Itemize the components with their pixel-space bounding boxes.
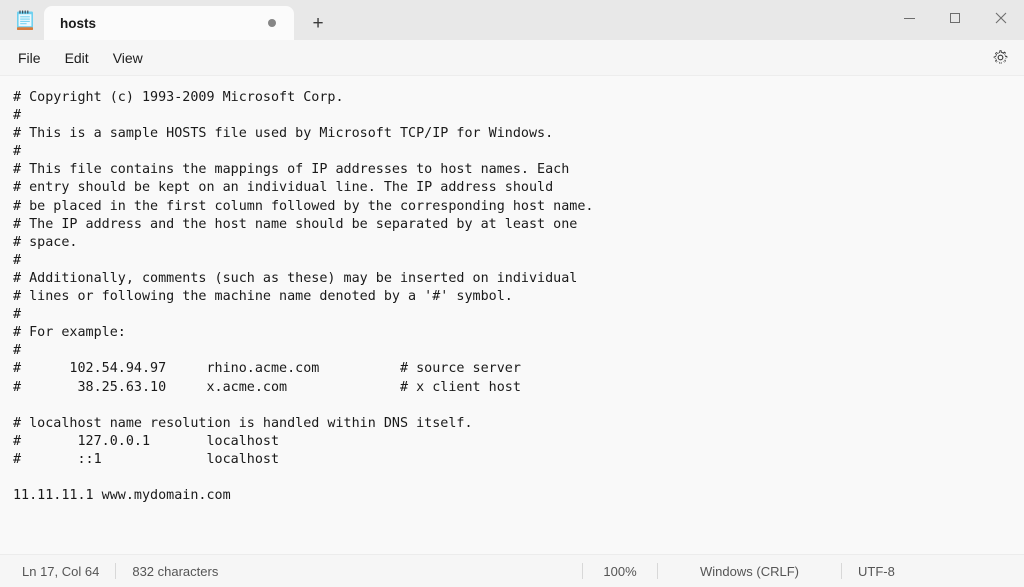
editor-content[interactable]: # Copyright (c) 1993-2009 Microsoft Corp…	[0, 89, 1024, 505]
menu-item-view[interactable]: View	[101, 46, 155, 70]
menu-item-edit[interactable]: Edit	[53, 46, 101, 70]
tab-label: hosts	[60, 16, 268, 31]
tab-strip: hosts +	[0, 0, 338, 40]
menu-bar: File Edit View	[0, 40, 1024, 76]
zoom-level[interactable]: 100%	[583, 564, 657, 579]
title-bar: hosts +	[0, 0, 1024, 40]
character-count: 832 characters	[116, 564, 234, 579]
gear-icon[interactable]	[986, 44, 1014, 72]
status-bar-left: Ln 17, Col 64 832 characters	[0, 563, 234, 579]
new-tab-button[interactable]: +	[298, 6, 338, 40]
tab-modified-indicator[interactable]	[268, 19, 276, 27]
text-editor-area[interactable]: # Copyright (c) 1993-2009 Microsoft Corp…	[0, 76, 1024, 554]
line-endings[interactable]: Windows (CRLF)	[658, 564, 841, 579]
minimize-icon[interactable]	[886, 0, 932, 36]
close-icon[interactable]	[978, 0, 1024, 36]
status-bar-right: 100% Windows (CRLF) UTF-8	[582, 563, 1024, 579]
cursor-position[interactable]: Ln 17, Col 64	[0, 564, 115, 579]
menu-item-file[interactable]: File	[6, 46, 53, 70]
notepad-window: hosts + File Edit View #	[0, 0, 1024, 587]
maximize-icon[interactable]	[932, 0, 978, 36]
notepad-icon	[8, 0, 42, 40]
tab-hosts[interactable]: hosts	[44, 6, 294, 40]
encoding[interactable]: UTF-8	[842, 564, 1024, 579]
window-controls	[886, 0, 1024, 36]
status-bar: Ln 17, Col 64 832 characters 100% Window…	[0, 554, 1024, 587]
